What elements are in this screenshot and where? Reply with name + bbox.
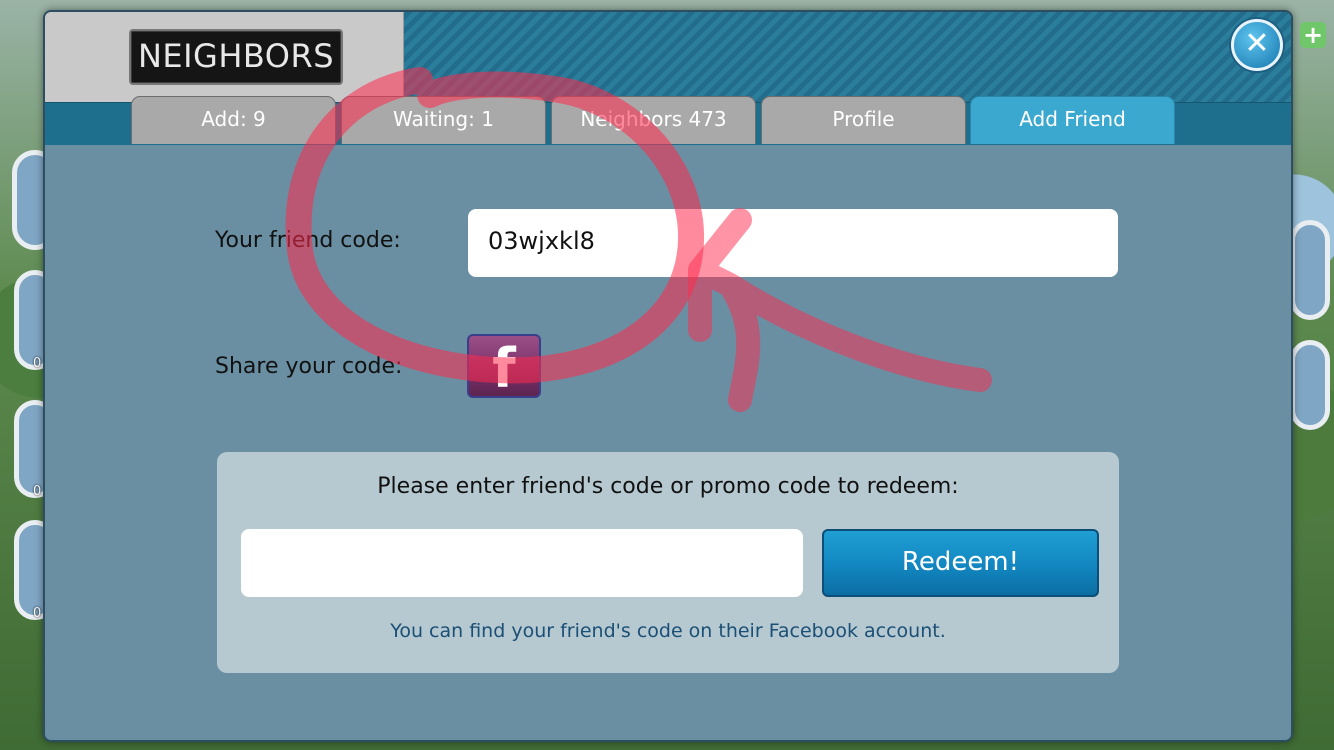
redeem-panel: Please enter friend's code or promo code… bbox=[217, 452, 1119, 673]
redeem-hint: You can find your friend's code on their… bbox=[390, 620, 946, 642]
facebook-share-button[interactable]: f bbox=[467, 334, 541, 398]
close-icon: ✕ bbox=[1244, 26, 1270, 61]
tab-waiting[interactable]: Waiting: 1 bbox=[341, 96, 546, 144]
tab-neighbors[interactable]: Neighbors 473 bbox=[551, 96, 756, 144]
bg-count: 0 bbox=[33, 606, 42, 621]
dialog-title: NEIGHBORS bbox=[129, 29, 343, 85]
close-button[interactable]: ✕ bbox=[1231, 19, 1283, 71]
redeem-code-input[interactable] bbox=[241, 529, 803, 597]
friend-code-field[interactable]: 03wjxkl8 bbox=[468, 209, 1118, 277]
bg-count: 0 bbox=[33, 484, 42, 499]
redeem-prompt: Please enter friend's code or promo code… bbox=[377, 474, 959, 499]
dialog-header: NEIGHBORS Add: 9 Waiting: 1 Neighbors 47… bbox=[45, 12, 1291, 145]
bg-bubble bbox=[1290, 340, 1330, 430]
facebook-icon: f bbox=[492, 337, 516, 398]
neighbors-dialog: NEIGHBORS Add: 9 Waiting: 1 Neighbors 47… bbox=[43, 10, 1293, 742]
tab-add-friend[interactable]: Add Friend bbox=[970, 96, 1175, 144]
tab-profile[interactable]: Profile bbox=[761, 96, 966, 144]
share-code-label: Share your code: bbox=[215, 354, 403, 379]
bg-bubble bbox=[1290, 220, 1330, 320]
friend-code-label: Your friend code: bbox=[215, 228, 401, 253]
tab-add[interactable]: Add: 9 bbox=[131, 96, 336, 144]
bg-count: 0 bbox=[33, 356, 42, 371]
redeem-button[interactable]: Redeem! bbox=[822, 529, 1099, 597]
title-block: NEIGHBORS bbox=[45, 12, 404, 104]
plus-icon[interactable]: + bbox=[1300, 22, 1326, 48]
